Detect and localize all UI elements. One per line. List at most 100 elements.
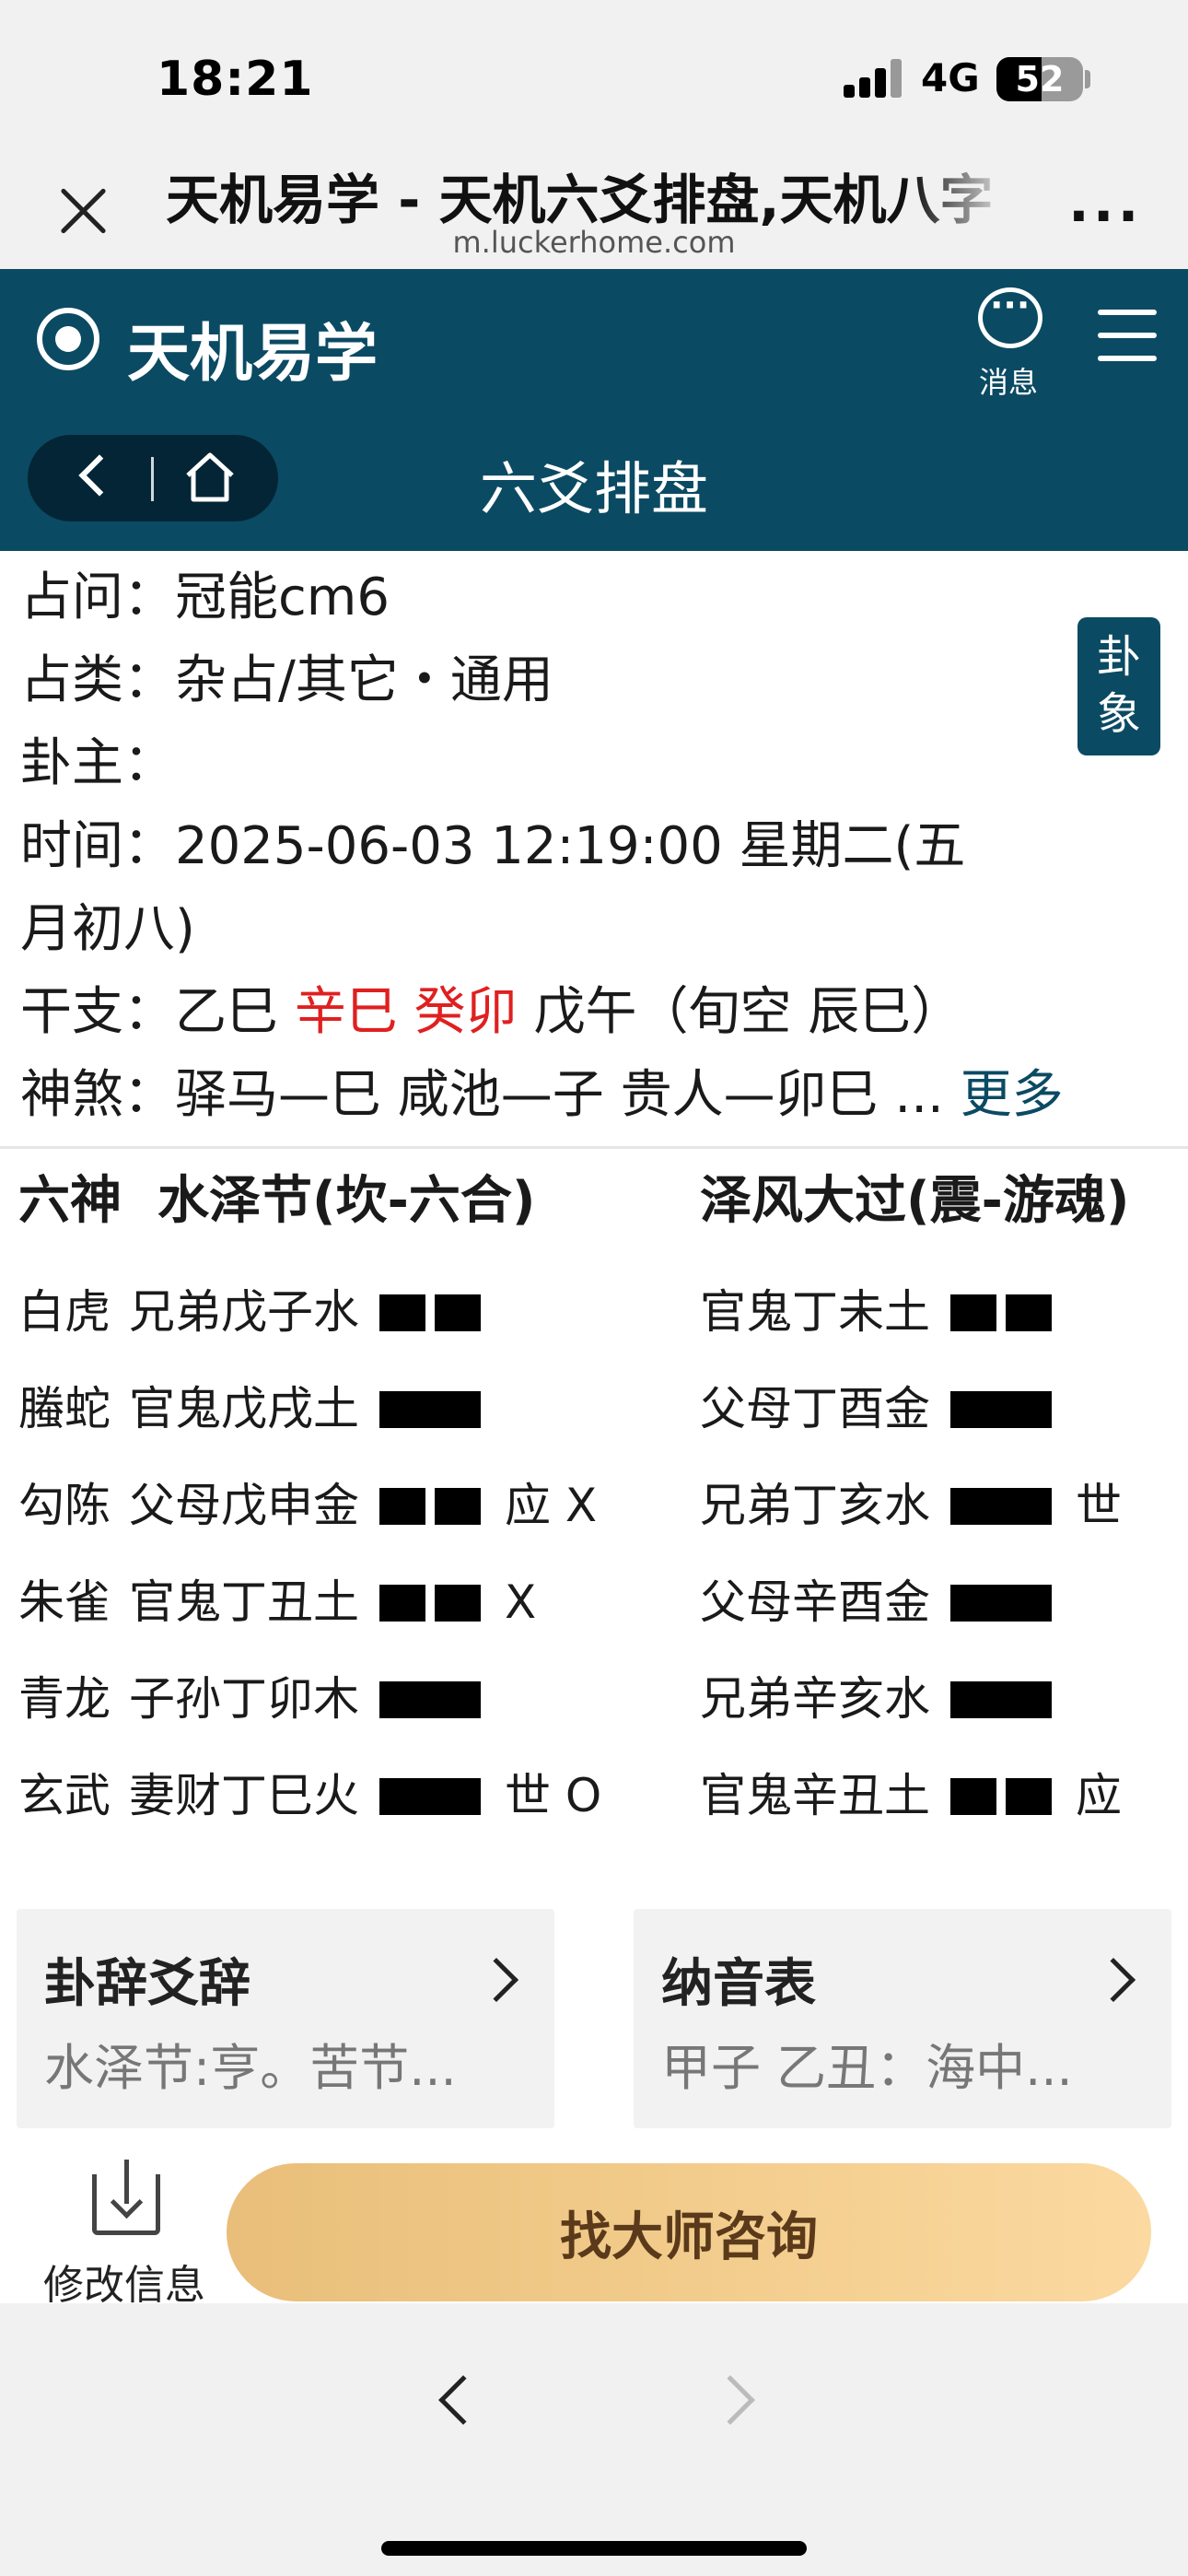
edit-info-button[interactable]: 修改信息 [28, 2252, 221, 2311]
chevron-right-icon [473, 1957, 519, 2003]
page-heading: 天机易学 - 天机六爻排盘,天机八字 [166, 169, 994, 231]
yin-segment [1006, 1294, 1052, 1331]
shensha-label: 神煞： [20, 1065, 175, 1125]
line-mark: 世 O [505, 1769, 602, 1822]
six-god: 青龙 [18, 1672, 111, 1726]
consult-master-button[interactable]: 找大师咨询 [227, 2163, 1151, 2301]
line-text: 妻财丁巳火 [129, 1769, 359, 1822]
chevron-right-icon [1090, 1957, 1136, 2003]
hexagram-line: 官鬼丁未土 [700, 1264, 1179, 1361]
six-god: 勾陈 [18, 1479, 111, 1532]
app-header: 天机易学 消息 六爻排盘 [0, 269, 1188, 551]
url-label[interactable]: m.luckerhome.com [0, 225, 1188, 260]
six-god: 玄武 [18, 1769, 111, 1822]
line-text: 兄弟辛亥水 [700, 1672, 930, 1726]
network-type: 4G [921, 55, 980, 100]
time-label: 时间： [20, 816, 175, 876]
yin-segment [1006, 1777, 1052, 1815]
line-text: 官鬼丁未土 [700, 1285, 930, 1339]
question-value: 冠能cm6 [175, 568, 390, 627]
yang-segment [379, 1390, 481, 1428]
yin-segment [435, 1584, 481, 1622]
battery-tip [1085, 70, 1090, 88]
yin-line [950, 1777, 1052, 1815]
browser-chrome: 18:21 4G 52 天机易学 - 天机六爻排盘,天机八字 m.luckerh… [0, 0, 1188, 269]
gua-xiang-char-2: 象 [1096, 688, 1141, 740]
yin-segment [950, 1777, 996, 1815]
battery-percent: 52 [1015, 59, 1065, 100]
line-text: 兄弟丁亥水 [700, 1479, 930, 1532]
question-row: 占问：冠能cm6 [20, 556, 1162, 639]
yang-line [950, 1584, 1052, 1622]
category-row: 占类：杂占/其它・通用 [20, 639, 1162, 722]
yang-line [379, 1777, 481, 1815]
signal-icon [844, 59, 903, 98]
browser-back-icon[interactable] [438, 2375, 488, 2425]
yin-segment [379, 1487, 425, 1525]
hexagram-line: 玄武 妻财丁巳火 世 O [18, 1748, 681, 1844]
shensha-value: 驿马—巳 咸池—子 贵人—卯巳 ... [175, 1065, 944, 1125]
six-god: 螣蛇 [18, 1382, 111, 1435]
line-text: 父母戊申金 [129, 1479, 359, 1532]
yang-segment [379, 1777, 481, 1815]
six-god: 白虎 [18, 1285, 111, 1339]
more-icon[interactable]: ··· [1068, 184, 1142, 249]
owner-label: 卦主： [20, 733, 175, 793]
line-text: 官鬼戊戌土 [129, 1382, 359, 1435]
yang-line [950, 1487, 1052, 1525]
time-value-cont: 月初八) [20, 899, 195, 959]
category-label: 占类： [20, 650, 175, 710]
hexagram-line: 父母丁酉金 [700, 1361, 1179, 1458]
ganzhi-month: 辛巳 [294, 982, 398, 1042]
line-mark: X [505, 1575, 537, 1629]
line-mark: 世 [1076, 1479, 1122, 1532]
hexagram-line: 兄弟丁亥水 世 [700, 1458, 1179, 1554]
yin-segment [950, 1294, 996, 1331]
yang-segment [379, 1680, 481, 1718]
yang-segment [950, 1680, 1052, 1718]
ganzhi-day: 癸卯 [413, 982, 518, 1042]
edit-info-icon[interactable] [92, 2160, 160, 2235]
logo-icon [37, 308, 99, 370]
yang-segment [950, 1390, 1052, 1428]
status-time: 18:21 [157, 52, 314, 107]
line-mark: 应 X [505, 1479, 598, 1532]
owner-row: 卦主： [20, 722, 1162, 805]
message-icon[interactable] [978, 285, 1042, 348]
line-text: 兄弟戊子水 [129, 1285, 359, 1339]
more-link[interactable]: 更多 [961, 1065, 1064, 1125]
browser-forward-icon[interactable] [705, 2375, 755, 2425]
yang-segment [950, 1487, 1052, 1525]
hexagram-line: 兄弟辛亥水 [700, 1651, 1179, 1748]
yin-segment [379, 1584, 425, 1622]
menu-icon[interactable] [1098, 310, 1157, 361]
guaci-card[interactable]: 卦辞爻辞 水泽节:亨。苦节... [17, 1909, 554, 2128]
main-hexagram-header: 六神 水泽节(坎-六合) [18, 1163, 681, 1264]
time-value: 2025-06-03 12:19:00 星期二(五 [175, 816, 966, 876]
ganzhi-row: 干支：乙巳 辛巳 癸卯 戊午（旬空 辰巳） [20, 971, 1162, 1054]
yin-line [379, 1584, 481, 1622]
main-hexagram: 六神 水泽节(坎-六合) 白虎 兄弟戊子水 螣蛇 官鬼戊戌土 勾陈 父母戊申金应 X 朱雀官… [18, 1163, 681, 1844]
xunkong: （旬空 辰巳） [636, 982, 963, 1042]
changed-hexagram-name: 泽风大过(震-游魂) [700, 1171, 1130, 1231]
shensha-row: 神煞：驿马—巳 咸池—子 贵人—卯巳 ... 更多 [20, 1054, 1162, 1137]
hexagram-line: 朱雀 官鬼丁丑土 X [18, 1554, 681, 1651]
yang-line [950, 1390, 1052, 1428]
line-text: 子孙丁卯木 [129, 1672, 359, 1726]
question-label: 占问： [20, 568, 175, 627]
yin-line [379, 1294, 481, 1331]
yin-segment [435, 1487, 481, 1525]
divination-info: 占问：冠能cm6 占类：杂占/其它・通用 卦主： 时间：2025-06-03 1… [20, 556, 1162, 1137]
liushen-header: 六神 [18, 1171, 122, 1231]
section-title: 六爻排盘 [479, 455, 708, 522]
message-label[interactable]: 消息 [967, 359, 1050, 402]
hexagram-line: 白虎 兄弟戊子水 [18, 1264, 681, 1361]
time-row: 时间：2025-06-03 12:19:00 星期二(五 [20, 805, 1162, 888]
guaci-title: 卦辞爻辞 [44, 1954, 250, 2014]
brand-title[interactable]: 天机易学 [127, 302, 378, 393]
gua-xiang-button[interactable]: 卦 象 [1077, 617, 1160, 755]
line-text: 父母辛酉金 [700, 1575, 930, 1629]
yin-segment [435, 1294, 481, 1331]
nayin-card[interactable]: 纳音表 甲子 乙丑：海中... [634, 1909, 1171, 2128]
battery-icon: 52 [996, 57, 1083, 101]
